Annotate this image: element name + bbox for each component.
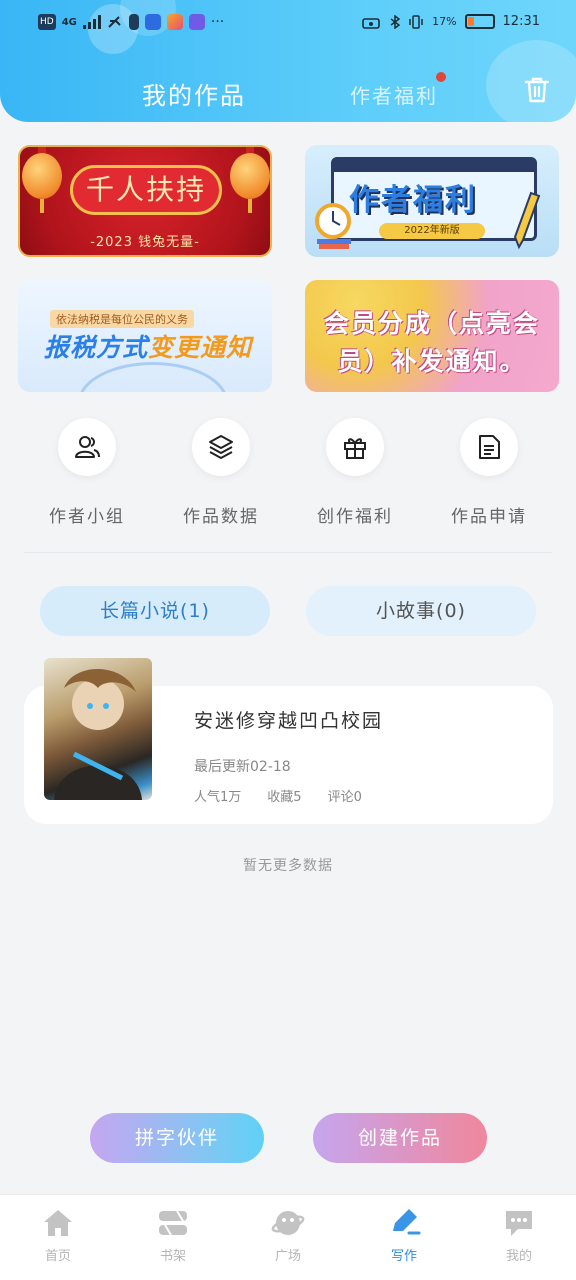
hd-badge: HD xyxy=(38,14,56,30)
banner-title-part: 报税方式 xyxy=(44,333,149,362)
banner-subtitle: -2023 钱兔无量- xyxy=(90,235,200,250)
status-bar: HD 4G ··· 17% 12:31 xyxy=(0,10,576,40)
battery-percent: 17% xyxy=(432,15,457,28)
more-icon: ··· xyxy=(210,14,225,30)
nav-label: 我的 xyxy=(505,1249,532,1264)
app-icon xyxy=(166,14,183,30)
divider xyxy=(24,552,552,553)
nav-label: 首页 xyxy=(44,1249,71,1264)
banner-tag: 依法纳税是每位公民的义务 xyxy=(50,310,194,328)
banner-support[interactable]: 千人扶持 -2023 钱兔无量- xyxy=(18,145,272,257)
vibrate-icon xyxy=(409,14,423,29)
banner-line-1: 会员分成（点亮会 xyxy=(323,309,540,338)
work-updated: 最后更新02-18 xyxy=(194,759,291,775)
shortcut-creation-benefits[interactable]: 创作福利 xyxy=(295,414,415,534)
banner-member-notice[interactable]: 会员分成（点亮会 员）补发通知。 xyxy=(305,280,559,392)
tab-long-novels[interactable]: 长篇小说(1) xyxy=(40,586,270,636)
nav-bookshelf[interactable]: 书架 xyxy=(123,1207,223,1264)
shortcut-label: 创作福利 xyxy=(317,507,393,527)
nav-home[interactable]: 首页 xyxy=(8,1207,108,1264)
clock: 12:31 xyxy=(502,14,540,29)
banner-author-benefits[interactable]: 作者福利 2022年新版 xyxy=(305,145,559,257)
shortcut-label: 作品申请 xyxy=(451,507,527,527)
work-favorites: 收藏5 xyxy=(267,790,302,805)
battery-saver-icon xyxy=(128,14,139,30)
work-cover-image[interactable] xyxy=(44,658,152,800)
pencil-icon xyxy=(513,191,541,250)
nav-label: 写作 xyxy=(390,1249,417,1264)
nav-square[interactable]: 广场 xyxy=(238,1207,338,1264)
document-icon xyxy=(479,435,500,459)
banner-subtitle: 2022年新版 xyxy=(379,223,485,239)
banner-tax-notice[interactable]: 依法纳税是每位公民的义务 报税方式变更通知 xyxy=(18,280,272,392)
create-work-button[interactable]: 创建作品 xyxy=(313,1113,487,1163)
shortcut-icon-wrap xyxy=(460,418,518,476)
planet-icon xyxy=(271,1207,305,1239)
lantern-decor xyxy=(22,147,62,213)
pen-icon xyxy=(387,1207,421,1239)
app-icon xyxy=(188,14,205,30)
shortcut-label: 作品数据 xyxy=(183,507,259,527)
banner-title: 报税方式变更通知 xyxy=(44,328,252,364)
header-tabs: 我的作品 作者福利 xyxy=(0,72,576,112)
work-popularity: 人气1万 xyxy=(194,790,242,805)
work-stats: 人气1万 收藏5 评论0 xyxy=(194,786,362,805)
signal-icon xyxy=(82,15,101,29)
trash-icon[interactable] xyxy=(524,76,550,104)
chat-icon xyxy=(502,1207,536,1239)
shortcut-author-group[interactable]: 作者小组 xyxy=(27,414,147,534)
shortcut-work-data[interactable]: 作品数据 xyxy=(161,414,281,534)
no-sim-icon xyxy=(108,16,121,28)
decor-gauge xyxy=(78,362,228,392)
work-comments: 评论0 xyxy=(327,790,362,805)
tab-author-benefits[interactable]: 作者福利 xyxy=(350,80,438,109)
banner-title: 千人扶持 xyxy=(70,165,222,215)
banner-title-accent: 变更通知 xyxy=(148,333,253,362)
shortcut-icon-wrap xyxy=(58,418,116,476)
battery-icon xyxy=(464,14,495,29)
banner-line-2: 员）补发通知。 xyxy=(337,347,527,376)
app-icon xyxy=(144,14,161,30)
no-more-data: 暂无更多数据 xyxy=(243,858,333,874)
shortcut-work-application[interactable]: 作品申请 xyxy=(429,414,549,534)
tab-my-works[interactable]: 我的作品 xyxy=(142,76,246,111)
shortcut-icon-wrap xyxy=(192,418,250,476)
vpn-icon xyxy=(362,17,380,29)
lantern-decor xyxy=(230,147,270,213)
group-icon xyxy=(75,436,100,458)
nav-label: 广场 xyxy=(274,1249,301,1264)
header: HD 4G ··· 17% 12:31 我的作品 作者福利 xyxy=(0,0,576,122)
shortcut-icon-wrap xyxy=(326,418,384,476)
network-badge: 4G xyxy=(61,16,77,28)
home-icon xyxy=(41,1207,75,1239)
banner-title: 作者福利 xyxy=(349,183,477,218)
tab-short-stories[interactable]: 小故事(0) xyxy=(306,586,536,636)
notification-dot xyxy=(436,72,446,82)
gift-icon xyxy=(344,438,366,459)
layers-icon xyxy=(209,435,233,459)
bottom-nav: 首页 书架 广场 写作 我的 xyxy=(0,1194,576,1280)
writing-partner-button[interactable]: 拼字伙伴 xyxy=(90,1113,264,1163)
work-title[interactable]: 安迷修穿越凹凸校园 xyxy=(194,706,383,733)
nav-writing[interactable]: 写作 xyxy=(354,1207,454,1264)
bluetooth-icon xyxy=(390,14,401,29)
nav-label: 书架 xyxy=(159,1249,186,1264)
bookshelf-icon xyxy=(156,1207,190,1239)
cover-art xyxy=(54,668,142,800)
nav-mine[interactable]: 我的 xyxy=(469,1207,569,1264)
shortcut-label: 作者小组 xyxy=(49,507,125,527)
